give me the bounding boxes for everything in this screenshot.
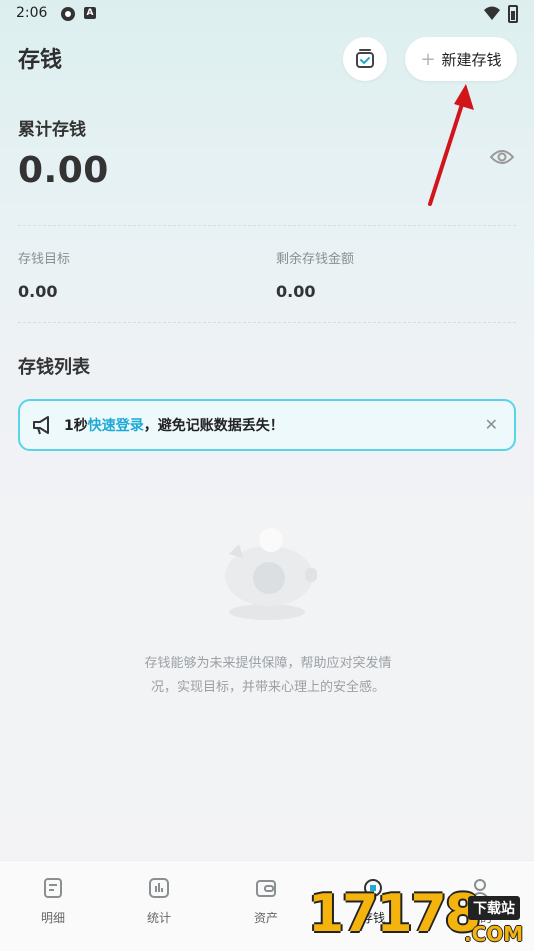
tab-label: 资产	[253, 911, 278, 925]
target-label: 存钱目标	[18, 252, 71, 267]
status-bar: 2:06 A	[0, 0, 534, 30]
bar-chart-icon	[149, 878, 169, 898]
eye-icon[interactable]	[490, 148, 514, 166]
close-icon[interactable]: ✕	[485, 415, 498, 434]
remaining-label: 剩余存钱金额	[276, 252, 355, 267]
tab-detail[interactable]: 明细	[13, 877, 93, 926]
watermark-number: 17178	[308, 884, 481, 944]
banner-suffix: ，避免记账数据丢失！	[143, 418, 284, 434]
calendar-button[interactable]	[343, 37, 387, 81]
watermark: 17178 下载站 .COM	[308, 880, 534, 950]
annotation-arrow	[428, 84, 474, 206]
tab-label: 明细	[40, 911, 65, 925]
empty-line-2: 况，实现目标，并带来心理上的安全感。	[150, 680, 385, 695]
wifi-icon	[484, 6, 500, 20]
total-saved-amount: 0.00	[18, 150, 109, 191]
tab-label: 统计	[146, 911, 171, 925]
login-banner[interactable]: 1秒快速登录，避免记账数据丢失！ ✕	[18, 399, 516, 451]
divider	[18, 225, 516, 226]
a-icon: A	[84, 7, 96, 19]
new-saving-label: 新建存钱	[441, 50, 502, 69]
plus-icon: +	[420, 48, 436, 70]
total-saved-label: 累计存钱	[18, 120, 86, 140]
wallet-icon	[256, 880, 276, 897]
quick-login-link[interactable]: 快速登录	[88, 418, 144, 434]
megaphone-icon	[33, 416, 49, 435]
target-value: 0.00	[18, 282, 58, 301]
empty-state-text: 存钱能够为未来提供保障，帮助应对突发情 况，实现目标，并带来心理上的安全感。	[128, 652, 408, 700]
banner-text: 1秒快速登录，避免记账数据丢失！	[64, 415, 284, 435]
list-doc-icon	[44, 878, 62, 898]
calendar-check-icon	[356, 49, 374, 68]
new-saving-button[interactable]: + 新建存钱	[405, 37, 517, 81]
divider	[18, 322, 516, 323]
remaining-value: 0.00	[276, 282, 316, 301]
battery-icon	[508, 5, 518, 23]
watermark-badge: 下载站	[468, 896, 520, 920]
status-time: 2:06	[16, 5, 48, 21]
banner-prefix: 1秒	[64, 418, 88, 434]
settings-badge-icon	[61, 7, 75, 21]
tab-stats[interactable]: 统计	[119, 877, 199, 926]
watermark-domain: .COM	[464, 922, 524, 946]
empty-line-1: 存钱能够为未来提供保障，帮助应对突发情	[144, 656, 392, 671]
piggy-bank-illustration	[225, 528, 317, 620]
page-title: 存钱	[18, 48, 63, 73]
saving-list-title: 存钱列表	[18, 357, 90, 378]
tab-assets[interactable]: 资产	[226, 877, 306, 926]
